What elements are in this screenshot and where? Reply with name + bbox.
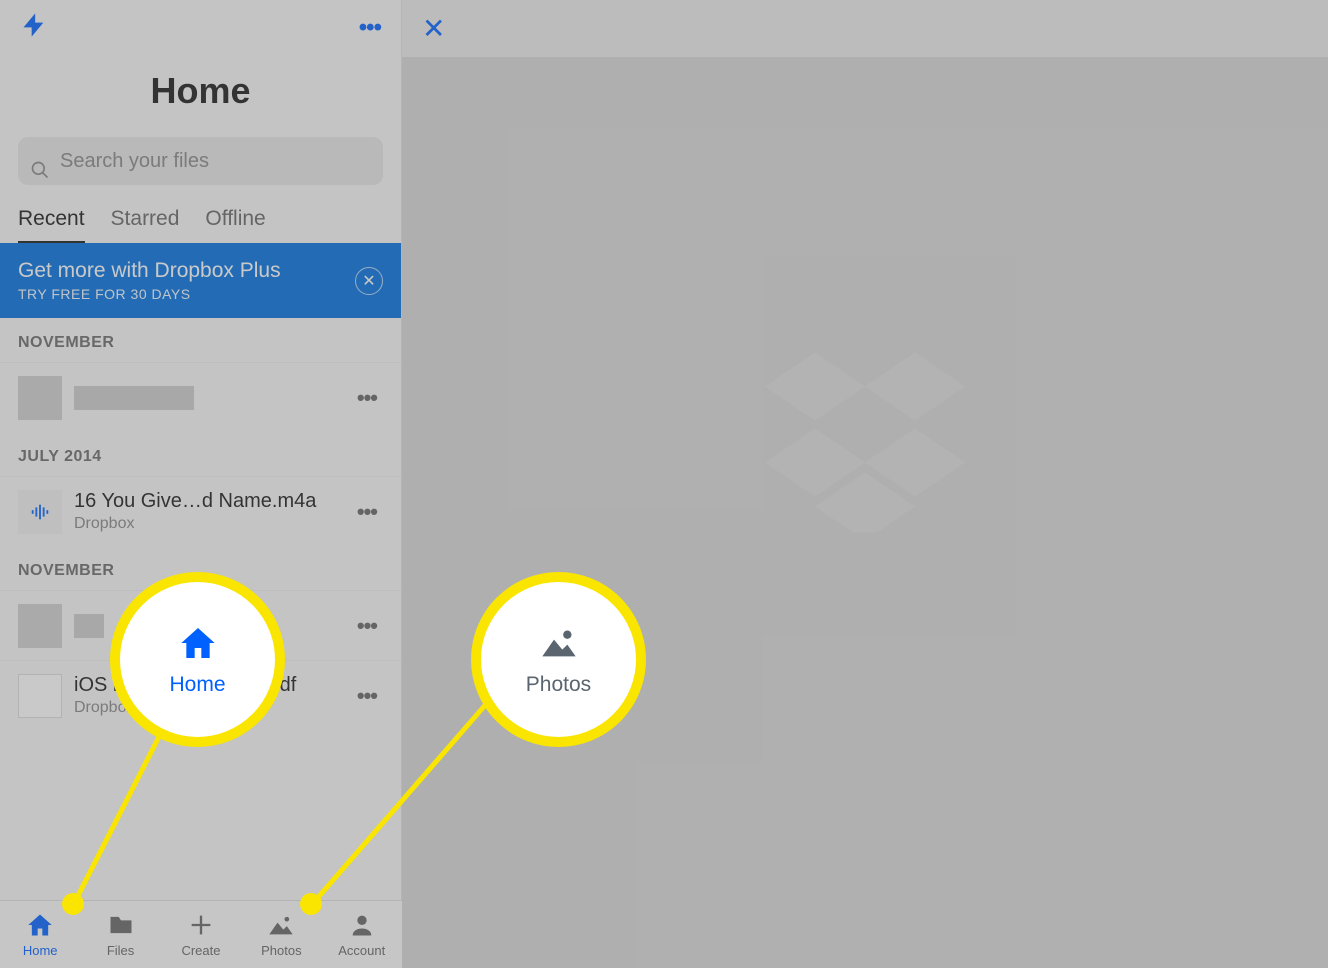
home-icon [26, 911, 54, 939]
redacted-text [74, 386, 194, 410]
tabbar-create[interactable]: Create [171, 911, 231, 958]
more-icon[interactable]: ••• [351, 683, 383, 709]
search-icon [30, 160, 50, 180]
search-wrap [0, 137, 401, 207]
callout-home: Home [110, 572, 285, 747]
section-header: JULY 2014 [0, 432, 401, 476]
filter-tabs: Recent Starred Offline [0, 207, 401, 243]
callout-dot [62, 893, 84, 915]
file-info: 16 You Give…d Name.m4a Dropbox [74, 490, 351, 533]
callout-photos: Photos [471, 572, 646, 747]
tabbar-account[interactable]: Account [332, 911, 392, 958]
bolt-icon[interactable] [20, 11, 48, 44]
main-panel: ✕ [402, 0, 1328, 968]
tabbar-photos[interactable]: Photos [251, 911, 311, 958]
photos-icon [539, 623, 579, 663]
page-title: Home [0, 55, 401, 137]
sidebar: ••• Home Recent Starred Offline Get more… [0, 0, 402, 939]
main-header: ✕ [402, 0, 1328, 57]
search-input[interactable] [18, 137, 383, 185]
account-icon [348, 911, 376, 939]
redacted-text [74, 614, 104, 638]
tabbar-home[interactable]: Home [10, 911, 70, 958]
tab-recent[interactable]: Recent [18, 207, 85, 243]
bottom-tabbar: Home Files Create Photos Account [0, 900, 402, 968]
list-item[interactable]: ••• [0, 362, 401, 432]
home-icon [178, 623, 218, 663]
folder-icon [107, 911, 135, 939]
list-item[interactable]: 16 You Give…d Name.m4a Dropbox ••• [0, 476, 401, 546]
promo-text: Get more with Dropbox Plus TRY FREE FOR … [18, 259, 281, 302]
document-icon [18, 674, 62, 718]
file-info [74, 386, 351, 410]
callout-dot [300, 893, 322, 915]
promo-banner[interactable]: Get more with Dropbox Plus TRY FREE FOR … [0, 243, 401, 318]
tabbar-label: Photos [261, 943, 301, 958]
more-icon[interactable]: ••• [359, 14, 381, 42]
more-icon[interactable]: ••• [351, 385, 383, 411]
dropbox-logo-icon [760, 353, 970, 538]
file-name: 16 You Give…d Name.m4a [74, 490, 351, 513]
callout-label: Home [169, 673, 225, 697]
more-icon[interactable]: ••• [351, 613, 383, 639]
photos-icon [267, 911, 295, 939]
tabbar-label: Create [181, 943, 220, 958]
more-icon[interactable]: ••• [351, 499, 383, 525]
tabbar-label: Files [107, 943, 134, 958]
sidebar-header: ••• [0, 0, 401, 55]
plus-icon [187, 911, 215, 939]
file-location: Dropbox [74, 515, 351, 533]
close-icon[interactable]: ✕ [422, 12, 445, 45]
tabbar-label: Home [23, 943, 58, 958]
audio-icon [18, 490, 62, 534]
file-thumbnail [18, 604, 62, 648]
promo-title: Get more with Dropbox Plus [18, 259, 281, 283]
tabbar-label: Account [338, 943, 385, 958]
section-header: NOVEMBER [0, 318, 401, 362]
close-icon[interactable]: ✕ [355, 267, 383, 295]
tabbar-files[interactable]: Files [91, 911, 151, 958]
callout-label: Photos [526, 673, 591, 697]
tab-offline[interactable]: Offline [205, 207, 265, 243]
promo-subtitle: TRY FREE FOR 30 DAYS [18, 286, 281, 302]
file-thumbnail [18, 376, 62, 420]
tab-starred[interactable]: Starred [111, 207, 180, 243]
